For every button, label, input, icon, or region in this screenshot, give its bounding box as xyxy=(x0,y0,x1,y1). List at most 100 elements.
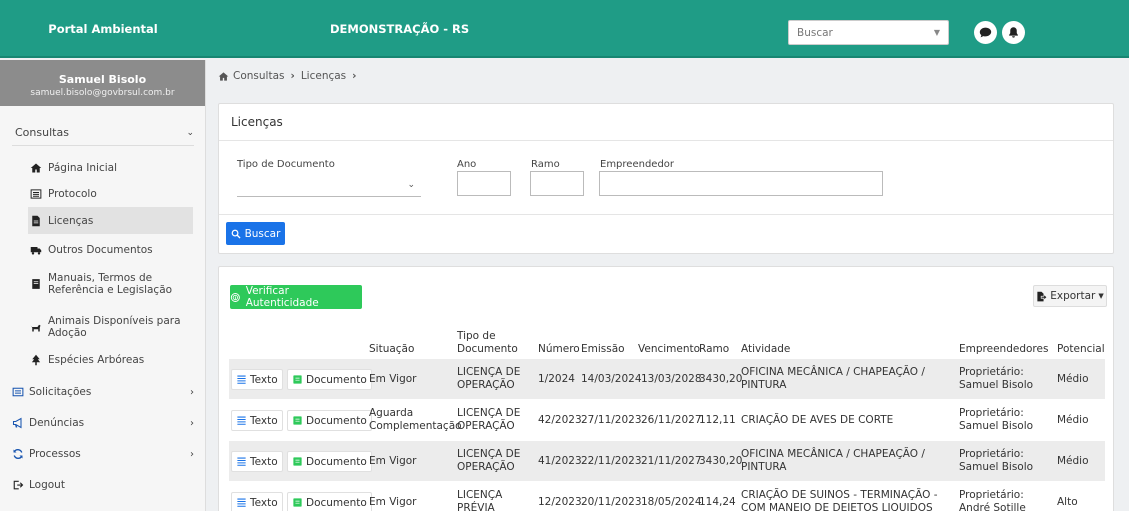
brand-title[interactable]: Portal Ambiental xyxy=(0,0,206,58)
documento-button[interactable]: Documento xyxy=(287,451,372,472)
cell-tipo: LICENÇA PRÉVIA xyxy=(457,489,503,511)
top-bar: Portal Ambiental DEMONSTRAÇÃO - RS Busca… xyxy=(0,0,1129,58)
sidebar-item-especies[interactable]: Espécies Arbóreas xyxy=(28,348,193,372)
header-emissao: Emissão xyxy=(581,343,625,355)
sidebar-item-label: Solicitações xyxy=(29,386,92,398)
documento-label: Documento xyxy=(306,496,367,509)
ramo-input[interactable] xyxy=(530,171,584,196)
sidebar: Samuel Bisolo samuel.bisolo@govbrsul.com… xyxy=(0,60,206,511)
logout-icon xyxy=(13,480,24,490)
cell-situacao: Aguarda Complementação xyxy=(369,407,462,432)
documento-label: Documento xyxy=(306,373,367,386)
lines-icon xyxy=(237,457,246,466)
cell-ramo: 3430,20 xyxy=(699,372,743,385)
truck-icon xyxy=(30,247,42,255)
sidebar-item-protocolo[interactable]: Protocolo xyxy=(28,182,193,206)
texto-label: Texto xyxy=(250,414,278,427)
cell-empreendedor: Proprietário: Samuel Bisolo xyxy=(959,366,1034,391)
breadcrumb-separator: › xyxy=(290,70,295,82)
user-name: Samuel Bisolo xyxy=(58,73,147,86)
menu-group-consultas[interactable]: Consultas ⌄ xyxy=(12,120,194,146)
refresh-icon xyxy=(13,449,23,459)
documento-button[interactable]: Documento xyxy=(287,369,372,390)
ano-label: Ano xyxy=(457,159,477,170)
sidebar-item-solicitacoes[interactable]: Solicitações › xyxy=(12,379,194,405)
chevron-right-icon: › xyxy=(190,386,194,398)
bell-icon[interactable] xyxy=(1002,21,1025,44)
texto-button[interactable]: Texto xyxy=(231,451,283,472)
sidebar-item-pagina-inicial[interactable]: Página Inicial xyxy=(28,156,193,180)
table-row: Texto Documento Em Vigor LICENÇA DE OPER… xyxy=(229,441,1105,481)
cell-emissao: 14/03/2024 xyxy=(581,372,642,385)
cell-numero: 41/2023 xyxy=(538,454,582,467)
environment-title: DEMONSTRAÇÃO - RS xyxy=(330,22,470,36)
sidebar-item-label: Processos xyxy=(29,448,81,460)
chat-icon[interactable] xyxy=(974,21,997,44)
home-icon xyxy=(218,71,229,81)
texto-button[interactable]: Texto xyxy=(231,410,283,431)
file-export-icon xyxy=(1037,291,1047,301)
texto-button[interactable]: Texto xyxy=(231,369,283,390)
sidebar-item-manuais[interactable]: Manuais, Termos de Referência e Legislaç… xyxy=(28,267,193,301)
home-icon xyxy=(30,163,42,173)
sidebar-item-logout[interactable]: Logout xyxy=(12,472,194,498)
sidebar-item-licencas[interactable]: Licenças xyxy=(28,207,193,234)
breadcrumb-licencas[interactable]: Licenças xyxy=(301,70,346,82)
breadcrumb-consultas[interactable]: Consultas xyxy=(233,70,284,82)
divider xyxy=(219,214,1113,215)
panel-title: Licenças xyxy=(219,104,1113,141)
cell-tipo: LICENÇA DE OPERAÇÃO xyxy=(457,407,521,432)
cell-vencimento: 18/05/2024 xyxy=(641,495,702,508)
sidebar-item-label: Licenças xyxy=(48,214,94,227)
chevron-down-icon: ⌄ xyxy=(186,127,194,138)
cell-numero: 12/2023 xyxy=(538,495,582,508)
file-icon xyxy=(32,215,40,226)
fingerprint-icon xyxy=(230,292,240,302)
documento-label: Documento xyxy=(306,455,367,468)
caret-down-icon: ▼ xyxy=(1098,292,1104,300)
documento-button[interactable]: Documento xyxy=(287,410,372,431)
cell-tipo: LICENÇA DE OPERAÇÃO xyxy=(457,448,521,473)
texto-button[interactable]: Texto xyxy=(231,492,283,511)
lines-icon xyxy=(237,498,246,507)
exportar-label: Exportar xyxy=(1050,290,1096,302)
tree-icon xyxy=(31,354,41,366)
search-placeholder: Buscar xyxy=(797,26,833,39)
list-icon xyxy=(30,189,42,199)
breadcrumb-separator: › xyxy=(352,70,357,82)
sidebar-item-animais[interactable]: Animais Disponíveis para Adoção xyxy=(28,310,193,344)
empreendedor-input[interactable] xyxy=(599,171,883,196)
document-icon xyxy=(293,457,302,466)
ramo-label: Ramo xyxy=(531,159,560,170)
document-icon xyxy=(293,416,302,425)
cell-empreendedor: Proprietário: Samuel Bisolo xyxy=(959,407,1034,432)
table-row: Texto Documento Aguarda Complementação L… xyxy=(229,400,1105,440)
cell-ramo: 114,24 xyxy=(699,495,736,508)
search-select[interactable]: Buscar ▼ xyxy=(788,20,949,45)
sidebar-item-label: Página Inicial xyxy=(48,162,118,174)
cell-potencial: Médio xyxy=(1057,413,1089,426)
documento-button[interactable]: Documento xyxy=(287,492,372,511)
buscar-button[interactable]: Buscar xyxy=(226,222,285,245)
cell-ramo: 3430,20 xyxy=(699,454,743,467)
table-row: Texto Documento Em Vigor LICENÇA DE OPER… xyxy=(229,359,1105,399)
tipo-documento-select[interactable]: ⌄ xyxy=(237,172,421,197)
menu-group-label: Consultas xyxy=(15,126,69,139)
verificar-autenticidade-button[interactable]: Verificar Autenticidade xyxy=(230,285,362,309)
sidebar-item-denuncias[interactable]: Denúncias › xyxy=(12,410,194,436)
sidebar-item-label: Outros Documentos xyxy=(48,244,153,256)
cell-vencimento: 21/11/2027 xyxy=(641,454,702,467)
cell-vencimento: 13/03/2028 xyxy=(641,372,702,385)
cell-emissao: 20/11/2023 xyxy=(581,495,642,508)
ano-input[interactable] xyxy=(457,171,511,196)
sidebar-item-outros-documentos[interactable]: Outros Documentos xyxy=(28,238,193,262)
search-icon xyxy=(231,229,241,239)
filter-panel: Licenças Tipo de Documento ⌄ Ano Ramo Em… xyxy=(218,103,1114,254)
header-atividade: Atividade xyxy=(741,343,791,355)
document-icon xyxy=(293,498,302,507)
cell-atividade: CRIAÇÃO DE SUINOS - TERMINAÇÃO - COM MAN… xyxy=(741,489,938,511)
header-numero: Número xyxy=(538,343,580,355)
cell-situacao: Em Vigor xyxy=(369,372,417,385)
exportar-button[interactable]: Exportar ▼ xyxy=(1033,285,1107,307)
sidebar-item-processos[interactable]: Processos › xyxy=(12,441,194,467)
